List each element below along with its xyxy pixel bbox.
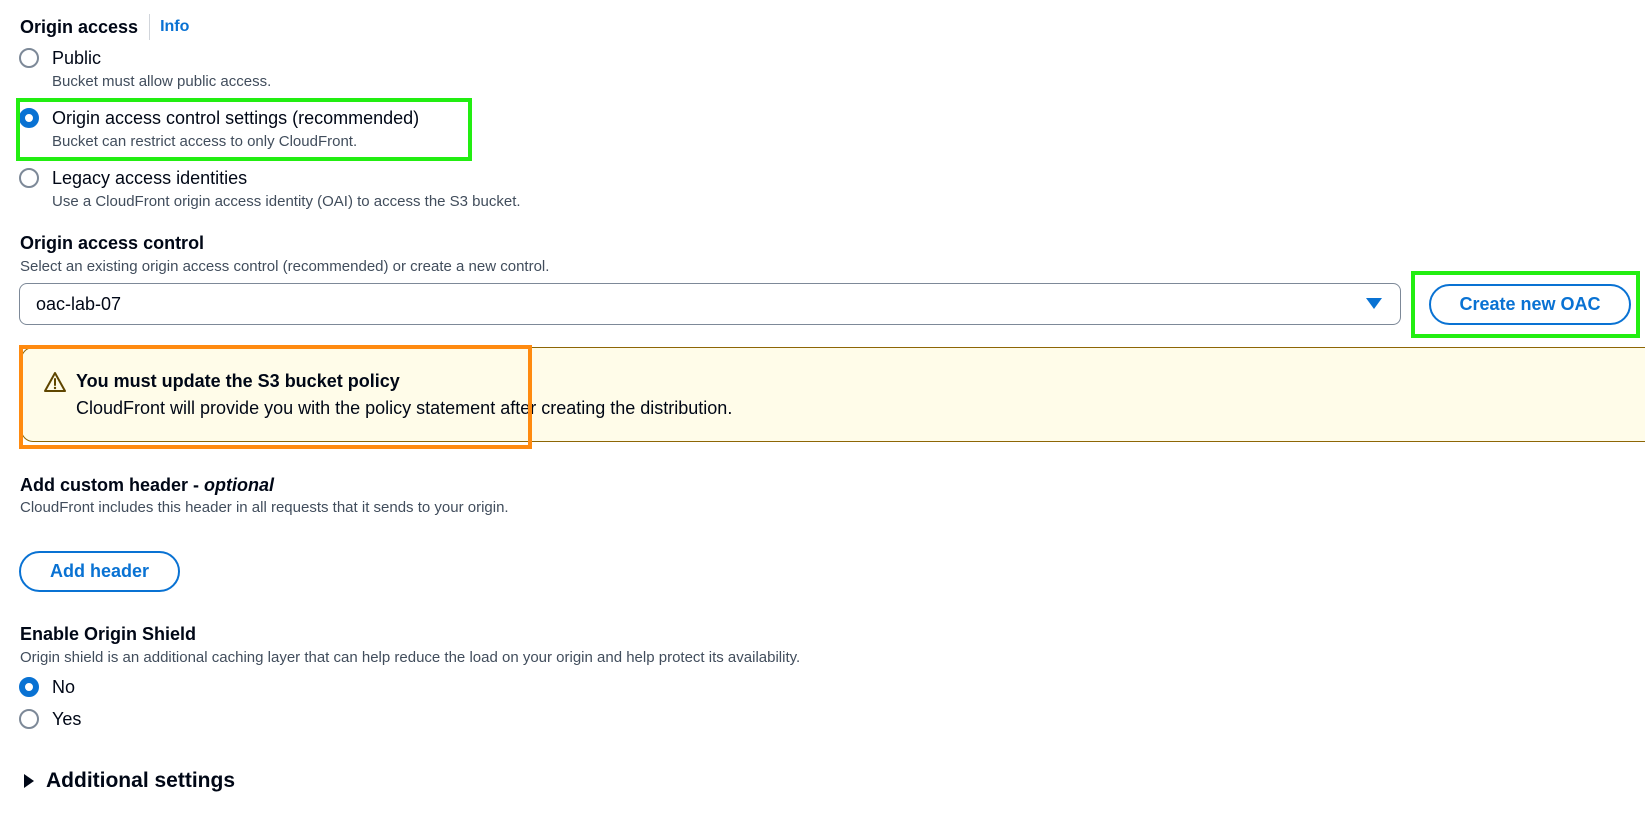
origin-shield-label: Enable Origin Shield (20, 624, 197, 644)
radio-public-description: Bucket must allow public access. (52, 73, 272, 90)
custom-header-optional: optional (204, 475, 275, 495)
highlight-create-oac (1411, 271, 1640, 338)
additional-settings-label: Additional settings (46, 769, 235, 792)
oac-select-value: oac-lab-07 (36, 293, 122, 314)
radio-yes-label[interactable]: Yes (52, 708, 81, 730)
oac-field-description: Select an existing origin access control… (20, 258, 550, 275)
origin-shield-description: Origin shield is an additional caching l… (20, 649, 801, 666)
origin-access-header: Origin access Info (20, 14, 189, 40)
add-header-button[interactable]: Add header (19, 551, 180, 592)
oac-field-label: Origin access control (20, 233, 205, 253)
origin-access-label: Origin access (20, 17, 139, 37)
oac-select[interactable]: oac-lab-07 (19, 283, 1401, 325)
additional-settings-toggle[interactable]: Additional settings (20, 766, 260, 796)
radio-legacy-description: Use a CloudFront origin access identity … (52, 193, 521, 210)
radio-origin-shield-yes[interactable] (19, 709, 39, 729)
custom-header-label-text: Add custom header - (20, 475, 205, 495)
radio-no-label[interactable]: No (52, 676, 75, 698)
radio-legacy-identities[interactable] (19, 168, 39, 188)
custom-header-label: Add custom header - optional (20, 474, 274, 496)
custom-header-description: CloudFront includes this header in all r… (20, 499, 509, 516)
radio-origin-shield-no[interactable] (19, 677, 39, 697)
origin-settings-panel: Origin access Info Public Bucket must al… (0, 0, 1645, 827)
radio-legacy-label[interactable]: Legacy access identities (52, 167, 247, 189)
header-divider (149, 14, 151, 40)
radio-public[interactable] (19, 48, 39, 68)
radio-public-label[interactable]: Public (52, 47, 101, 69)
info-link[interactable]: Info (160, 18, 189, 36)
caret-down-icon (1366, 298, 1382, 309)
highlight-oac-option (16, 98, 472, 161)
caret-right-icon (24, 774, 34, 788)
highlight-alert (19, 345, 532, 449)
